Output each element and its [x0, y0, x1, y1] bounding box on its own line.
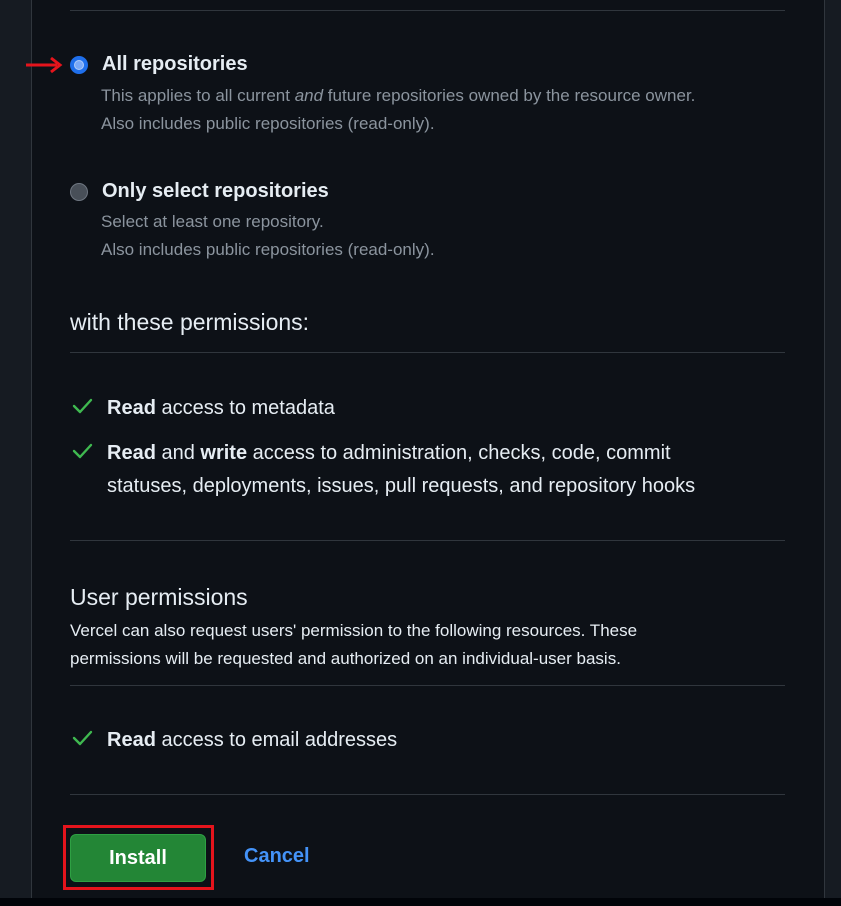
- permission-item-read-write: Read and write access to administration,…: [107, 442, 696, 497]
- select-repositories-radio[interactable]: [70, 183, 88, 201]
- install-button[interactable]: Install: [70, 834, 206, 882]
- select-repositories-note: Also includes public repositories (read-…: [101, 240, 435, 259]
- all-repositories-radio[interactable]: [70, 56, 88, 74]
- select-repositories-description: Select at least one repository.: [101, 212, 324, 231]
- install-app-page: All repositories This applies to all cur…: [0, 0, 841, 906]
- divider-permissions: [70, 352, 785, 353]
- divider-top: [70, 10, 785, 11]
- permission-item-email: Read access to email addresses: [107, 729, 398, 751]
- repo-permissions-heading: with these permissions:: [70, 309, 310, 335]
- user-permissions-description: Vercel can also request users' permissio…: [70, 621, 638, 668]
- permission-item-metadata: Read access to metadata: [107, 397, 335, 419]
- check-icon: [72, 443, 93, 459]
- user-permissions-heading: User permissions: [70, 584, 248, 610]
- red-arrow-icon: [26, 56, 63, 74]
- cancel-link[interactable]: Cancel: [244, 845, 310, 868]
- bottom-strip: [0, 898, 841, 906]
- divider-user-section: [70, 540, 785, 541]
- all-repositories-note: Also includes public repositories (read-…: [101, 114, 435, 133]
- all-repositories-label[interactable]: All repositories: [102, 53, 248, 76]
- all-repositories-description: This applies to all current and future r…: [101, 86, 696, 105]
- check-icon: [72, 398, 93, 414]
- check-icon: [72, 730, 93, 746]
- divider-actions: [70, 794, 785, 795]
- divider-user-permissions: [70, 685, 785, 686]
- select-repositories-label[interactable]: Only select repositories: [102, 180, 329, 203]
